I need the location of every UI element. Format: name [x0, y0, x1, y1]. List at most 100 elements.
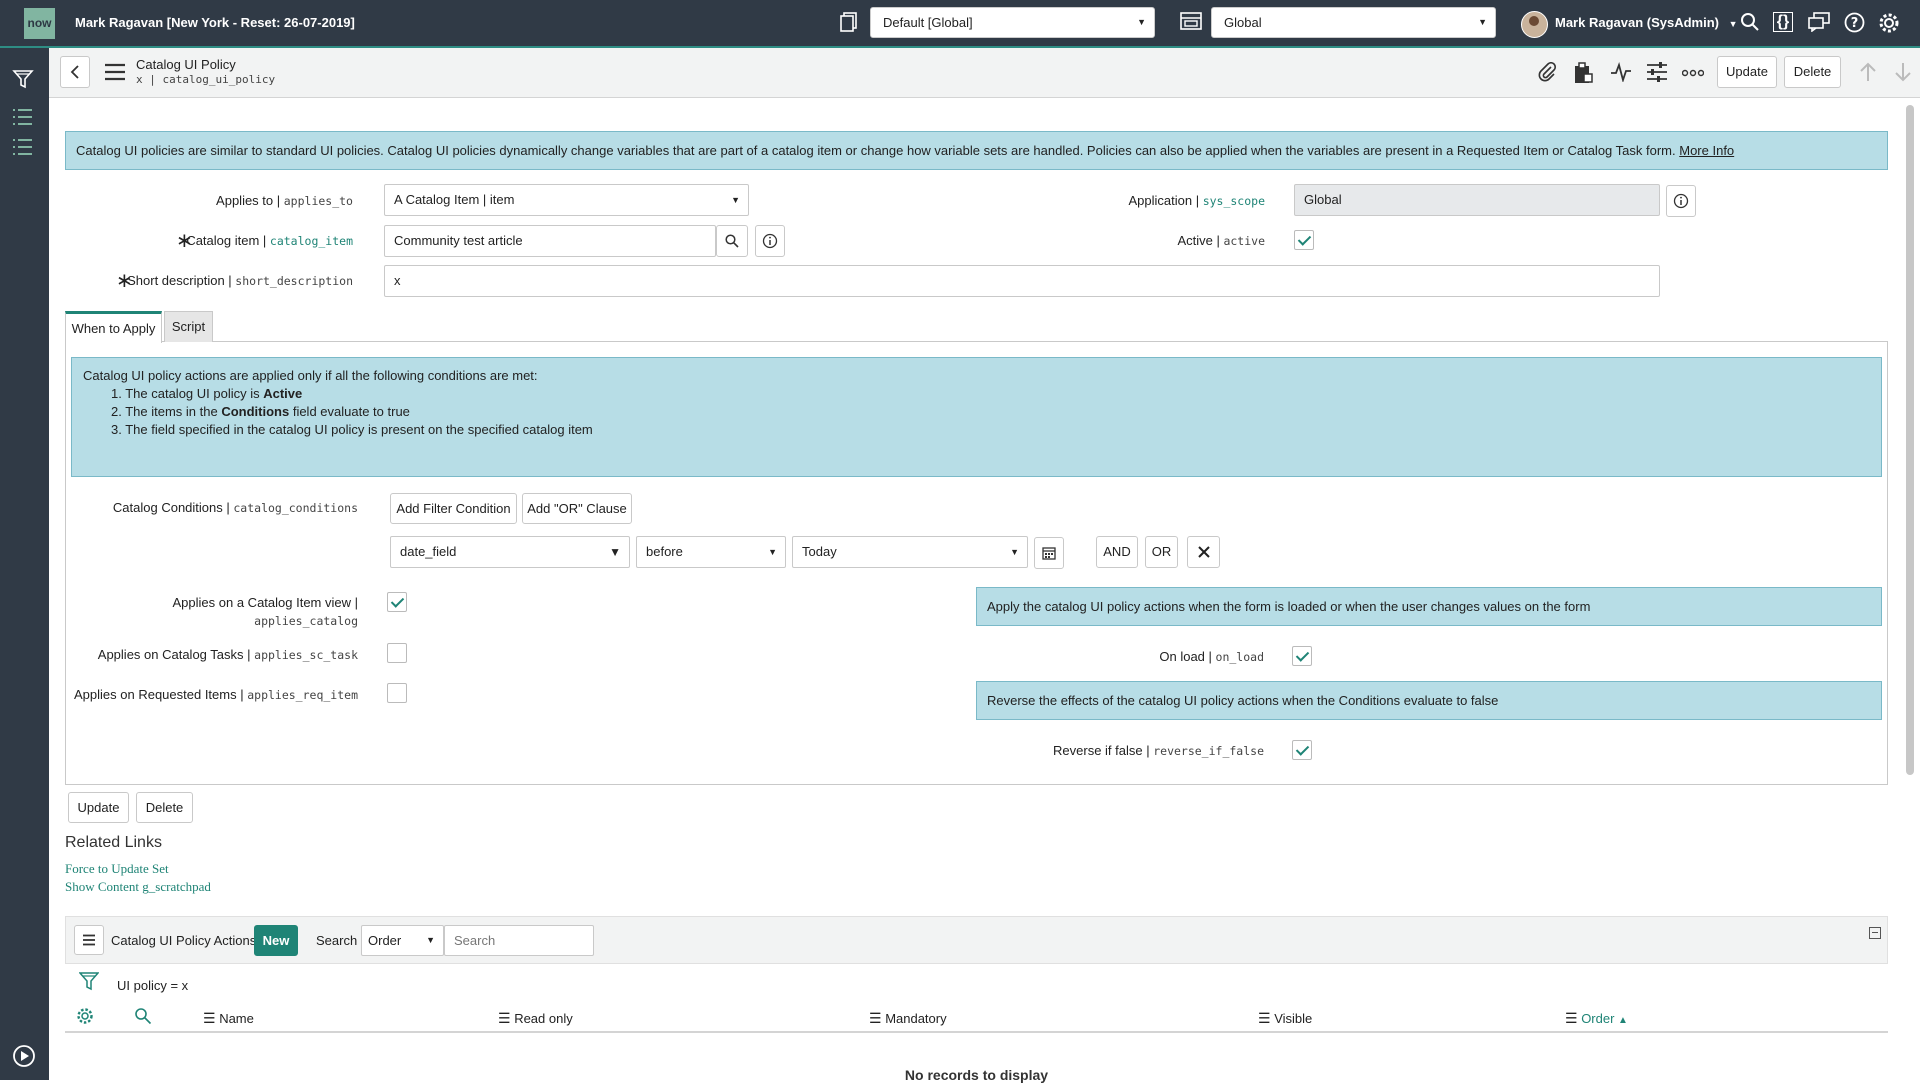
condition-operator-select[interactable]: before ▼: [636, 536, 786, 568]
application-icon[interactable]: [1180, 12, 1202, 35]
column-menu-icon[interactable]: ☰: [498, 1010, 511, 1026]
condition-field-select[interactable]: date_field ▼: [390, 536, 630, 568]
search-field-select[interactable]: Order ▼: [361, 925, 444, 956]
column-header-visible[interactable]: ☰ Visible: [1258, 1010, 1312, 1027]
applies-req-item-checkbox[interactable]: [387, 683, 407, 703]
more-info-link[interactable]: More Info: [1679, 143, 1734, 158]
column-header-mandatory[interactable]: ☰ Mandatory: [869, 1010, 947, 1027]
activity-pulse-icon[interactable]: [1610, 62, 1632, 87]
top-banner: now Mark Ragavan [New York - Reset: 26-0…: [0, 0, 1920, 48]
application-info-button[interactable]: [1666, 185, 1696, 217]
reverse-if-false-checkbox[interactable]: [1292, 740, 1312, 760]
page-scrollbar[interactable]: [1906, 105, 1914, 775]
intro-info-message: Catalog UI policies are similar to stand…: [65, 131, 1888, 170]
condition-and-button[interactable]: AND: [1096, 536, 1138, 568]
column-menu-icon[interactable]: ☰: [1258, 1010, 1271, 1026]
delete-button[interactable]: Delete: [136, 792, 193, 823]
short-description-input[interactable]: x: [384, 265, 1660, 297]
filter-navigator-icon[interactable]: [12, 68, 34, 95]
play-circle-icon[interactable]: [12, 1044, 36, 1073]
column-menu-icon[interactable]: ☰: [203, 1010, 216, 1026]
tab-script[interactable]: Script: [164, 311, 213, 342]
reverse-info-message: Reverse the effects of the catalog UI po…: [976, 681, 1882, 720]
header-update-button[interactable]: Update: [1717, 56, 1777, 88]
menu-icon: [83, 934, 95, 946]
script-debugger-icon[interactable]: {}: [1773, 12, 1793, 32]
catalog-item-input[interactable]: Community test article: [384, 225, 716, 257]
catalog-item-info-button[interactable]: [755, 225, 785, 257]
applies-catalog-checkbox[interactable]: [387, 592, 407, 612]
list-settings-icon[interactable]: [76, 1007, 94, 1028]
chevron-down-icon: ▼: [1137, 17, 1146, 27]
catalog-item-lookup-button[interactable]: [716, 225, 748, 257]
servicenow-logo[interactable]: now: [24, 8, 55, 39]
filter-breadcrumb[interactable]: UI policy = x: [117, 978, 188, 993]
applies-sc-task-checkbox[interactable]: [387, 643, 407, 663]
previous-record-icon[interactable]: [1859, 62, 1877, 87]
user-menu[interactable]: Mark Ragavan (SysAdmin) ▼: [1555, 15, 1738, 30]
collapse-list-icon[interactable]: [1869, 927, 1881, 939]
history-list-icon[interactable]: [12, 138, 34, 161]
filter-icon[interactable]: [78, 971, 100, 994]
more-options-icon[interactable]: [1681, 62, 1705, 82]
applies-to-select[interactable]: A Catalog Item | item ▼: [384, 184, 749, 216]
attachment-icon[interactable]: [1537, 61, 1557, 87]
sort-ascending-icon: ▲: [1618, 1015, 1628, 1026]
search-field-value: Order: [368, 933, 402, 948]
settings-icon[interactable]: [1878, 12, 1900, 39]
application-scope-select[interactable]: Global ▼: [1211, 7, 1496, 38]
search-icon[interactable]: [1740, 12, 1760, 37]
condition-operator-value: before: [646, 544, 683, 559]
tab-when-to-apply[interactable]: When to Apply: [65, 311, 162, 343]
chat-icon[interactable]: [1808, 12, 1830, 37]
column-search-icon[interactable]: [134, 1007, 152, 1028]
date-picker-button[interactable]: [1034, 537, 1064, 569]
back-button[interactable]: [60, 56, 90, 88]
on-load-label: On load | on_load: [1159, 649, 1264, 664]
show-content-scratchpad-link[interactable]: Show Content g_scratchpad: [65, 879, 211, 895]
condition-value-select[interactable]: Today ▼: [792, 536, 1028, 568]
catalog-item-label: Catalog item | catalog_item: [186, 233, 353, 248]
condition-value-value: Today: [802, 544, 837, 559]
personalize-form-icon[interactable]: [1646, 62, 1668, 87]
column-menu-icon[interactable]: ☰: [1565, 1010, 1578, 1026]
help-icon[interactable]: ?: [1844, 12, 1865, 38]
condition-or-button[interactable]: OR: [1145, 536, 1178, 568]
svg-text:?: ?: [1851, 16, 1859, 31]
next-record-icon[interactable]: [1894, 62, 1912, 87]
header-delete-button[interactable]: Delete: [1784, 56, 1841, 88]
related-links-title: Related Links: [65, 834, 162, 851]
force-to-update-set-link[interactable]: Force to Update Set: [65, 861, 169, 877]
add-filter-condition-button[interactable]: Add Filter Condition: [390, 493, 517, 524]
remove-condition-button[interactable]: [1187, 536, 1220, 568]
column-header-read-only[interactable]: ☰ Read only: [498, 1010, 573, 1027]
related-list-header: Catalog UI Policy Actions New Search Ord…: [65, 916, 1888, 964]
clipboard-icon[interactable]: [1573, 62, 1593, 89]
active-label: Active | active: [1177, 233, 1265, 248]
intro-text: Catalog UI policies are similar to stand…: [76, 143, 1676, 158]
search-input[interactable]: Search: [444, 925, 594, 956]
search-icon: [725, 234, 739, 248]
chevron-down-icon: ▼: [1010, 547, 1019, 557]
avatar[interactable]: [1521, 11, 1548, 38]
add-or-clause-button[interactable]: Add "OR" Clause: [522, 493, 632, 524]
on-load-checkbox[interactable]: [1292, 646, 1312, 666]
instance-context: Mark Ragavan [New York - Reset: 26-07-20…: [75, 15, 355, 30]
favorites-list-icon[interactable]: [12, 108, 34, 131]
calendar-icon: [1042, 547, 1056, 560]
update-set-icon[interactable]: [840, 12, 858, 37]
chevron-down-icon: ▼: [1478, 17, 1487, 27]
update-set-select[interactable]: Default [Global] ▼: [870, 7, 1155, 38]
list-context-menu-button[interactable]: [74, 925, 104, 955]
context-menu-icon[interactable]: [104, 63, 126, 84]
application-label: Application | sys_scope: [1128, 193, 1265, 208]
column-header-order[interactable]: ☰ Order ▲: [1565, 1010, 1628, 1027]
applies-catalog-label: Applies on a Catalog Item view | applies…: [172, 595, 358, 628]
column-menu-icon[interactable]: ☰: [869, 1010, 882, 1026]
active-checkbox[interactable]: [1294, 230, 1314, 250]
column-header-name[interactable]: ☰ Name: [203, 1010, 254, 1027]
update-set-value: Default [Global]: [883, 15, 973, 30]
update-button[interactable]: Update: [68, 792, 129, 823]
reverse-if-false-label: Reverse if false | reverse_if_false: [1053, 743, 1264, 758]
new-button[interactable]: New: [254, 925, 298, 956]
